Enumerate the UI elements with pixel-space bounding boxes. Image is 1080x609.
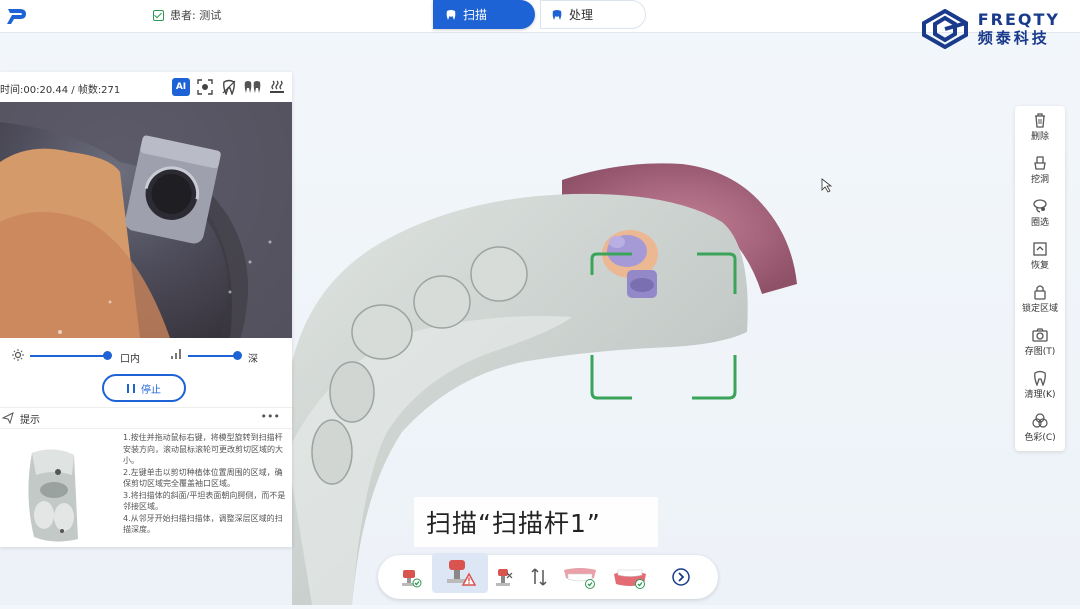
tool-save-image[interactable]: 存图(T) (1015, 323, 1065, 363)
tool-clean[interactable]: 清理(K) (1015, 366, 1065, 406)
pause-icon (127, 383, 135, 393)
dig-hole-icon (1034, 156, 1046, 170)
tab-scan[interactable]: 扫描 (433, 0, 535, 29)
step-scanbody-current[interactable] (432, 553, 488, 593)
tool-restore[interactable]: 恢复 (1015, 237, 1065, 277)
scan-status-bar: 时间:00:20.44 / 帧数:271 AI (0, 72, 292, 102)
hint-illustration (28, 449, 79, 542)
send-hint-icon (2, 412, 14, 424)
tab-process[interactable]: 处理 (540, 0, 646, 29)
lasso-icon (1033, 199, 1047, 213)
scan-preview-panel: 时间:00:20.44 / 帧数:271 AI 口内 深 停止 提示 ••• 1… (0, 72, 292, 547)
restore-icon (1033, 242, 1047, 256)
hint-header: 提示 ••• (0, 407, 292, 429)
tool-lock-region-label: 锁定区域 (1021, 304, 1058, 314)
depth-icon (171, 349, 181, 359)
tool-delete[interactable]: 删除 (1015, 108, 1065, 148)
scanbody-check-icon (402, 570, 422, 588)
scanbody-warning-icon (447, 560, 477, 586)
hint-line-1: 1.按住并拖动鼠标右键，将模型旋转到扫描杆安装方向，滚动鼠标滚轮可更改剪切区域的… (123, 433, 283, 465)
tool-clean-label: 清理(K) (1024, 390, 1056, 400)
lock-icon (1034, 285, 1046, 300)
dual-tooth-icon[interactable] (244, 78, 262, 96)
tab-scan-label: 扫描 (463, 8, 488, 22)
hint-line-3: 3.将扫描体的斜面/平坦表面朝向腭侧，而不是邻接区域。 (123, 490, 286, 512)
camera-icon (1032, 328, 1048, 342)
brightness-label: 口内 (120, 354, 140, 365)
tool-lasso[interactable]: 圈选 (1015, 194, 1065, 234)
brightness-slider[interactable] (30, 355, 108, 357)
tool-color-label: 色彩(C) (1024, 433, 1056, 443)
ai-icon[interactable]: AI (172, 78, 190, 96)
scanbody-cut-icon (496, 569, 513, 586)
step-lower-jaw[interactable] (610, 561, 650, 593)
tool-save-image-label: 存图(T) (1024, 347, 1056, 357)
patient-check-icon (153, 9, 164, 21)
tool-lasso-label: 圈选 (1030, 218, 1049, 228)
stop-label: 停止 (141, 384, 161, 396)
step-upper-jaw[interactable] (560, 561, 600, 593)
more-options-icon[interactable]: ••• (261, 410, 280, 423)
tool-lock-region[interactable]: 锁定区域 (1015, 280, 1065, 320)
tooth-process-icon (552, 9, 562, 20)
scan-step-bar (378, 553, 718, 599)
next-step-button[interactable] (668, 561, 694, 593)
heat-icon[interactable] (268, 78, 286, 96)
scan-step-caption: 扫描“扫描杆1” (414, 497, 658, 547)
edit-toolbar: 删除 挖洞 圈选 恢复 锁定区域 存图(T) 清理(K) 色彩(C) (1015, 106, 1065, 451)
tab-process-label: 处理 (569, 8, 594, 22)
color-icon (1032, 413, 1048, 428)
scan-settings-sliders: 口内 深 (0, 342, 292, 370)
trash-icon (1035, 113, 1045, 128)
upper-jaw-check-icon (564, 568, 596, 589)
chevron-right-icon (672, 568, 690, 586)
hint-line-4: 4.从邻牙开始扫描扫描体，调整深层区域的扫描深度。 (123, 513, 283, 535)
scan-status-text: 时间:00:20.44 / 帧数:271 (0, 85, 121, 96)
swap-arrows-icon (531, 568, 547, 586)
depth-label: 深 (248, 354, 258, 365)
tool-color[interactable]: 色彩(C) (1015, 409, 1065, 449)
tool-delete-label: 删除 (1030, 132, 1049, 142)
camera-live-view (0, 102, 292, 338)
tool-dig-hole[interactable]: 挖洞 (1015, 151, 1065, 191)
mouse-cursor-icon (821, 178, 833, 193)
stop-scan-button[interactable]: 停止 (102, 374, 186, 402)
lower-jaw-check-icon (614, 569, 646, 589)
brand-name: FREQTY (977, 9, 1060, 29)
tooth-icon (446, 9, 456, 20)
tool-restore-label: 恢复 (1030, 261, 1049, 271)
patient-info: 患者: 测试 (153, 7, 221, 23)
clean-icon (1034, 370, 1046, 386)
step-scanbody-done[interactable] (396, 561, 426, 593)
patient-label: 患者: 测试 (170, 9, 222, 22)
tooth-scan-icon[interactable] (220, 78, 238, 96)
depth-slider-handle[interactable] (233, 351, 242, 360)
step-bite-swap[interactable] (526, 561, 552, 593)
hint-title: 提示 (20, 414, 40, 426)
app-logo-icon[interactable] (6, 6, 28, 26)
brightness-icon (12, 349, 24, 361)
capture-icon[interactable] (196, 78, 214, 96)
hint-instructions: 1.按住并拖动鼠标右键，将模型旋转到扫描杆安装方向，滚动鼠标滚轮可更改剪切区域的… (123, 432, 287, 536)
step-scanbody-cut[interactable] (490, 561, 518, 593)
tool-dig-hole-label: 挖洞 (1030, 175, 1049, 185)
brightness-slider-handle[interactable] (103, 351, 112, 360)
depth-slider[interactable] (188, 355, 238, 357)
top-bar: 患者: 测试 扫描 处理 FREQTY 频泰科技 (0, 0, 1080, 49)
hint-line-2: 2.左键单击以剪切种植体位置周围的区域，确保剪切区域完全覆盖袖口区域。 (123, 467, 283, 489)
